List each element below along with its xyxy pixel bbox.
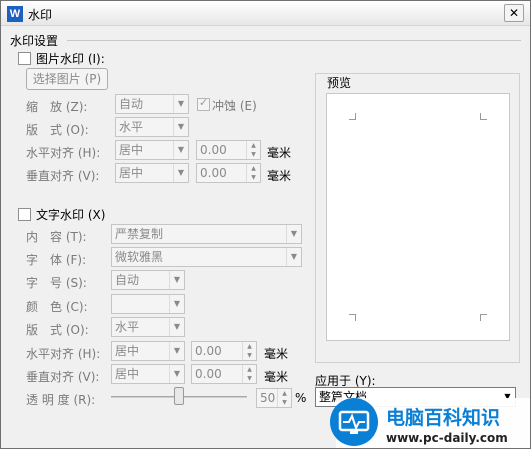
dialog-title: 水印 bbox=[28, 8, 53, 22]
picture-watermark-checkbox[interactable] bbox=[18, 52, 31, 65]
picture-v-unit: 毫米 bbox=[267, 169, 292, 183]
text-v-unit: 毫米 bbox=[264, 370, 289, 384]
chevron-down-icon: ▼ bbox=[169, 295, 184, 313]
chevron-down-icon: ▼ bbox=[173, 118, 188, 136]
picture-h-offset-spinner[interactable]: 0.00 ▲ ▼ bbox=[196, 140, 261, 160]
transparency-slider-thumb[interactable] bbox=[174, 387, 184, 405]
chevron-down-icon: ▼ bbox=[173, 164, 188, 182]
spinner-buttons[interactable]: ▲ ▼ bbox=[246, 164, 260, 182]
chevron-down-icon: ▼ bbox=[286, 248, 301, 266]
chevron-down-icon: ▼ bbox=[169, 271, 184, 289]
scale-label: 缩 放 (Z): bbox=[26, 100, 88, 114]
text-v-align-select[interactable]: 居中 ▼ bbox=[111, 364, 185, 384]
brand-url: www.pc-daily.com bbox=[386, 431, 508, 445]
spin-down-icon[interactable]: ▼ bbox=[243, 374, 256, 383]
text-layout-label: 版 式 (O): bbox=[26, 323, 89, 337]
transparency-spinner[interactable]: 50 ▲ ▼ bbox=[256, 388, 292, 408]
spin-up-icon[interactable]: ▲ bbox=[247, 164, 260, 173]
text-h-offset-spinner[interactable]: 0.00 ▲ ▼ bbox=[191, 341, 257, 361]
site-logo-overlay: 电脑百科知识 www.pc-daily.com bbox=[330, 398, 530, 448]
spin-up-icon[interactable]: ▲ bbox=[278, 389, 291, 398]
color-label: 颜 色 (C): bbox=[26, 300, 88, 314]
crop-mark bbox=[480, 314, 487, 321]
spin-down-icon[interactable]: ▼ bbox=[278, 398, 291, 407]
scale-value: 自动 bbox=[119, 97, 144, 111]
text-v-offset-value: 0.00 bbox=[195, 367, 222, 381]
text-watermark-checkbox[interactable] bbox=[18, 208, 31, 221]
text-h-align-label: 水平对齐 (H): bbox=[26, 347, 101, 361]
color-select[interactable]: ▼ bbox=[111, 294, 185, 314]
picture-v-offset-spinner[interactable]: 0.00 ▲ ▼ bbox=[196, 163, 261, 183]
chevron-down-icon: ▼ bbox=[169, 318, 184, 336]
transparency-value: 50 bbox=[260, 391, 276, 405]
font-label: 字 体 (F): bbox=[26, 253, 87, 267]
text-h-align-value: 居中 bbox=[115, 344, 140, 358]
preview-page bbox=[326, 93, 510, 341]
picture-h-align-label: 水平对齐 (H): bbox=[26, 146, 101, 160]
chevron-down-icon: ▼ bbox=[169, 365, 184, 383]
picture-layout-value: 水平 bbox=[119, 120, 144, 134]
picture-v-align-label: 垂直对齐 (V): bbox=[26, 169, 100, 183]
spinner-buttons[interactable]: ▲ ▼ bbox=[246, 141, 260, 159]
transparency-unit: % bbox=[295, 391, 307, 405]
spinner-buttons[interactable]: ▲ ▼ bbox=[242, 365, 256, 383]
size-label: 字 号 (S): bbox=[26, 276, 87, 290]
content-select[interactable]: 严禁复制 ▼ bbox=[111, 224, 302, 244]
picture-h-offset-value: 0.00 bbox=[200, 143, 227, 157]
select-picture-button[interactable]: 选择图片 (P) bbox=[26, 68, 108, 90]
picture-layout-label: 版 式 (O): bbox=[26, 123, 89, 137]
text-h-unit: 毫米 bbox=[264, 347, 289, 361]
text-watermark-label: 文字水印 (X) bbox=[36, 208, 106, 222]
text-v-align-label: 垂直对齐 (V): bbox=[26, 370, 100, 384]
watermark-dialog: W 水印 ✕ 水印设置 图片水印 (I): 选择图片 (P) 缩 放 (Z): … bbox=[0, 0, 531, 449]
picture-h-unit: 毫米 bbox=[267, 146, 292, 160]
spin-down-icon[interactable]: ▼ bbox=[247, 173, 260, 182]
wps-writer-icon: W bbox=[7, 6, 23, 22]
title-bar: W 水印 ✕ bbox=[1, 1, 530, 26]
section-divider bbox=[67, 40, 521, 41]
picture-watermark-label: 图片水印 (I): bbox=[36, 52, 105, 66]
size-select[interactable]: 自动 ▼ bbox=[111, 270, 185, 290]
text-h-align-select[interactable]: 居中 ▼ bbox=[111, 341, 185, 361]
chevron-down-icon: ▼ bbox=[173, 95, 188, 113]
crop-mark bbox=[349, 314, 356, 321]
picture-h-align-select[interactable]: 居中 ▼ bbox=[115, 140, 189, 160]
picture-v-align-select[interactable]: 居中 ▼ bbox=[115, 163, 189, 183]
chevron-down-icon: ▼ bbox=[173, 141, 188, 159]
font-select[interactable]: 微软雅黑 ▼ bbox=[111, 247, 302, 267]
washout-label: 冲蚀 (E) bbox=[212, 99, 257, 113]
text-v-offset-spinner[interactable]: 0.00 ▲ ▼ bbox=[191, 364, 257, 384]
spin-down-icon[interactable]: ▼ bbox=[243, 351, 256, 360]
close-button[interactable]: ✕ bbox=[504, 4, 524, 22]
text-layout-select[interactable]: 水平 ▼ bbox=[111, 317, 185, 337]
chevron-down-icon: ▼ bbox=[169, 342, 184, 360]
content-label: 内 容 (T): bbox=[26, 230, 87, 244]
picture-v-align-value: 居中 bbox=[119, 166, 144, 180]
picture-h-align-value: 居中 bbox=[119, 143, 144, 157]
washout-checkbox[interactable] bbox=[197, 96, 210, 111]
crop-mark bbox=[349, 113, 356, 120]
chevron-down-icon: ▼ bbox=[286, 225, 301, 243]
spin-up-icon[interactable]: ▲ bbox=[247, 141, 260, 150]
watermark-settings-label: 水印设置 bbox=[10, 34, 59, 48]
crop-mark bbox=[480, 113, 487, 120]
size-value: 自动 bbox=[115, 273, 140, 287]
text-h-offset-value: 0.00 bbox=[195, 344, 222, 358]
brand-title: 电脑百科知识 bbox=[386, 406, 500, 429]
text-v-align-value: 居中 bbox=[115, 367, 140, 381]
scale-select[interactable]: 自动 ▼ bbox=[115, 94, 189, 114]
spin-down-icon[interactable]: ▼ bbox=[247, 150, 260, 159]
transparency-label: 透 明 度 (R): bbox=[26, 393, 96, 407]
spinner-buttons[interactable]: ▲ ▼ bbox=[277, 389, 291, 407]
spin-up-icon[interactable]: ▲ bbox=[243, 342, 256, 351]
preview-label: 预览 bbox=[325, 74, 354, 91]
content-value: 严禁复制 bbox=[115, 227, 164, 241]
font-value: 微软雅黑 bbox=[115, 250, 164, 264]
spinner-buttons[interactable]: ▲ ▼ bbox=[242, 342, 256, 360]
picture-v-offset-value: 0.00 bbox=[200, 166, 227, 180]
text-layout-value: 水平 bbox=[115, 320, 140, 334]
picture-layout-select[interactable]: 水平 ▼ bbox=[115, 117, 189, 137]
spin-up-icon[interactable]: ▲ bbox=[243, 365, 256, 374]
